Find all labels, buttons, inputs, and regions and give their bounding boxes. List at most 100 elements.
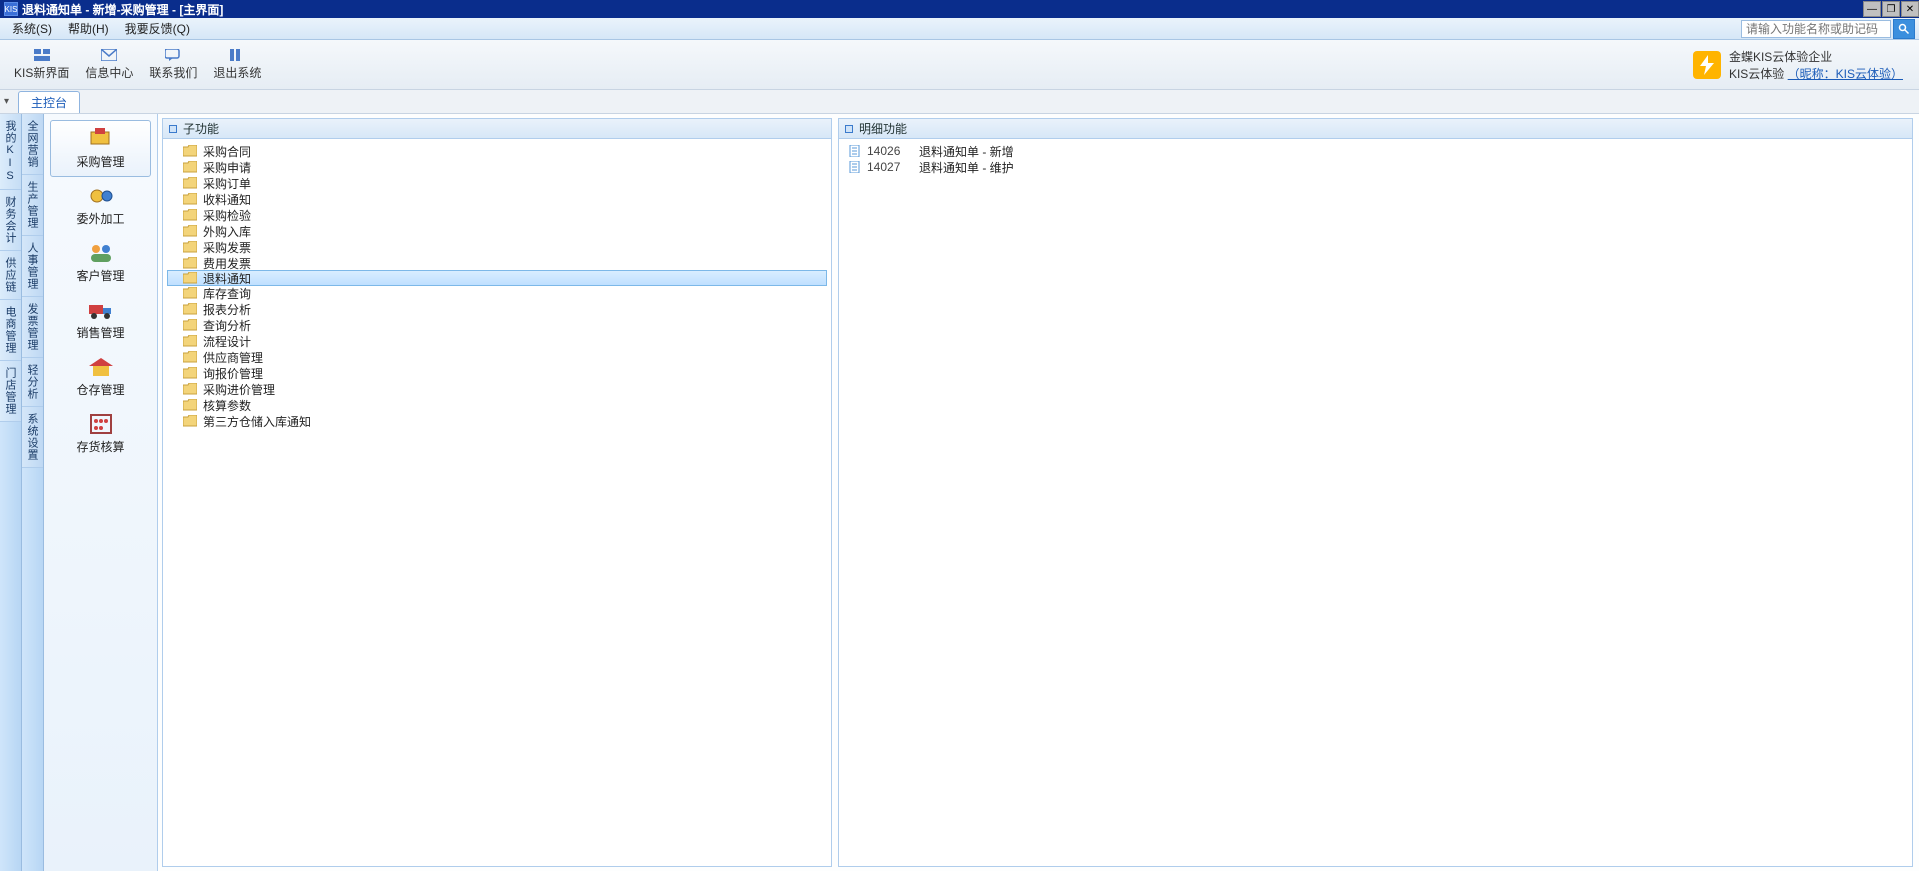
module-nav: 采购管理委外加工客户管理销售管理仓存管理存货核算 — [44, 114, 158, 871]
folder-icon — [183, 399, 197, 411]
sub-item-label: 供应商管理 — [203, 349, 263, 366]
sub-item[interactable]: 核算参数 — [163, 397, 831, 413]
module-icon — [85, 184, 117, 208]
sub-item-label: 第三方仓储入库通知 — [203, 413, 311, 430]
sub-item-label: 查询分析 — [203, 317, 251, 334]
folder-icon — [183, 161, 197, 173]
vrail-finance[interactable]: 财务会计 — [0, 190, 21, 251]
sub-item-label: 外购入库 — [203, 223, 251, 240]
vrail-marketing[interactable]: 全网营销 — [22, 114, 43, 175]
titlebar: KIS 退料通知单 - 新增-采购管理 - [主界面] — ❐ ✕ — [0, 0, 1919, 18]
toolbar-label: KIS新界面 — [14, 64, 69, 81]
folder-icon — [183, 225, 197, 237]
folder-icon — [183, 351, 197, 363]
maximize-button[interactable]: ❐ — [1882, 1, 1900, 17]
sub-item[interactable]: 外购入库 — [163, 223, 831, 239]
vrail-my-kis[interactable]: 我的KIS — [0, 114, 21, 190]
sub-item[interactable]: 采购检验 — [163, 207, 831, 223]
exit-icon — [228, 48, 246, 62]
sub-item-label: 收料通知 — [203, 191, 251, 208]
vrail-settings[interactable]: 系统设置 — [22, 407, 43, 468]
vertical-rail-inner: 全网营销 生产管理 人事管理 发票管理 轻分析 系统设置 — [22, 114, 44, 871]
sub-item[interactable]: 采购订单 — [163, 175, 831, 191]
sub-item[interactable]: 采购发票 — [163, 239, 831, 255]
sub-item[interactable]: 第三方仓储入库通知 — [163, 413, 831, 429]
square-icon — [169, 125, 177, 133]
minimize-button[interactable]: — — [1863, 1, 1881, 17]
module-label: 销售管理 — [76, 324, 124, 341]
detail-item-code: 14027 — [867, 160, 913, 174]
close-button[interactable]: ✕ — [1901, 1, 1919, 17]
sub-item[interactable]: 询报价管理 — [163, 365, 831, 381]
detail-item[interactable]: 14027退料通知单 - 维护 — [839, 159, 1912, 175]
sub-item[interactable]: 报表分析 — [163, 301, 831, 317]
vrail-ecommerce[interactable]: 电商管理 — [0, 300, 21, 361]
pane-detail-functions: 明细功能 14026 退料通知单 - 新增14027退料通知单 - 维护 — [838, 118, 1913, 867]
app-logo: KIS — [4, 2, 18, 16]
folder-icon — [183, 319, 197, 331]
search-wrap — [1741, 19, 1915, 39]
module-icon — [85, 298, 117, 322]
content-panes: 子功能 采购合同采购申请采购订单收料通知采购检验外购入库采购发票费用发票退料通知… — [158, 114, 1919, 871]
sub-item[interactable]: 流程设计 — [163, 333, 831, 349]
pane-sub-title: 子功能 — [183, 120, 219, 137]
folder-icon — [183, 272, 197, 284]
sub-item[interactable]: 采购合同 — [163, 143, 831, 159]
square-icon — [845, 125, 853, 133]
sub-item-label: 询报价管理 — [203, 365, 263, 382]
sub-item-label: 流程设计 — [203, 333, 251, 350]
sub-item-label: 采购检验 — [203, 207, 251, 224]
window-title: 退料通知单 - 新增-采购管理 - [主界面] — [22, 1, 1862, 18]
sub-item[interactable]: 收料通知 — [163, 191, 831, 207]
module-0[interactable]: 采购管理 — [50, 120, 151, 177]
toolbar-exit[interactable]: 退出系统 — [205, 46, 269, 83]
module-label: 客户管理 — [76, 267, 124, 284]
sub-item[interactable]: 查询分析 — [163, 317, 831, 333]
menu-system[interactable]: 系统(S) — [4, 18, 60, 39]
chevron-down-icon[interactable]: ▾ — [4, 96, 18, 107]
sub-item[interactable]: 库存查询 — [163, 285, 831, 301]
window-buttons: — ❐ ✕ — [1862, 1, 1919, 17]
toolbar-contact[interactable]: 联系我们 — [141, 46, 205, 83]
menu-feedback[interactable]: 我要反馈(Q) — [117, 18, 198, 39]
search-button[interactable] — [1893, 19, 1915, 39]
search-input[interactable] — [1741, 20, 1891, 38]
toolbar-info-center[interactable]: 信息中心 — [77, 46, 141, 83]
module-3[interactable]: 销售管理 — [50, 291, 151, 348]
vrail-production[interactable]: 生产管理 — [22, 175, 43, 236]
toolbar-label: 联系我们 — [149, 64, 197, 81]
sub-item[interactable]: 退料通知 — [167, 270, 827, 286]
menu-help[interactable]: 帮助(H) — [60, 18, 117, 39]
module-icon — [85, 241, 117, 265]
detail-item[interactable]: 14026 退料通知单 - 新增 — [839, 143, 1912, 159]
sub-item[interactable]: 费用发票 — [163, 255, 831, 271]
module-4[interactable]: 仓存管理 — [50, 348, 151, 405]
detail-item-label: 退料通知单 - 新增 — [919, 143, 1014, 160]
vrail-hr[interactable]: 人事管理 — [22, 236, 43, 297]
search-icon — [1898, 23, 1910, 35]
sub-item[interactable]: 采购申请 — [163, 159, 831, 175]
module-2[interactable]: 客户管理 — [50, 234, 151, 291]
sub-item[interactable]: 采购进价管理 — [163, 381, 831, 397]
module-5[interactable]: 存货核算 — [50, 405, 151, 462]
module-icon — [85, 412, 117, 436]
tab-main-console[interactable]: 主控台 — [18, 91, 80, 113]
vrail-supply-chain[interactable]: 供应链 — [0, 251, 21, 300]
detail-item-code: 14026 — [867, 144, 913, 158]
sub-item[interactable]: 供应商管理 — [163, 349, 831, 365]
vrail-invoice[interactable]: 发票管理 — [22, 297, 43, 358]
folder-icon — [183, 177, 197, 189]
toolbar-kis-ui[interactable]: KIS新界面 — [6, 46, 77, 83]
vrail-analytics[interactable]: 轻分析 — [22, 358, 43, 407]
vertical-rail-outer: 我的KIS 财务会计 供应链 电商管理 门店管理 — [0, 114, 22, 871]
vrail-store[interactable]: 门店管理 — [0, 361, 21, 422]
company-user-prefix: KIS云体验 — [1729, 67, 1784, 81]
pane-sub-functions: 子功能 采购合同采购申请采购订单收料通知采购检验外购入库采购发票费用发票退料通知… — [162, 118, 832, 867]
toolbar-label: 信息中心 — [85, 64, 133, 81]
module-1[interactable]: 委外加工 — [50, 177, 151, 234]
sub-item-label: 库存查询 — [203, 285, 251, 302]
pane-detail-header: 明细功能 — [839, 119, 1912, 139]
company-nickname-link[interactable]: （昵称：KIS云体验） — [1788, 67, 1903, 81]
folder-icon — [183, 335, 197, 347]
workspace: 我的KIS 财务会计 供应链 电商管理 门店管理 全网营销 生产管理 人事管理 … — [0, 114, 1919, 871]
